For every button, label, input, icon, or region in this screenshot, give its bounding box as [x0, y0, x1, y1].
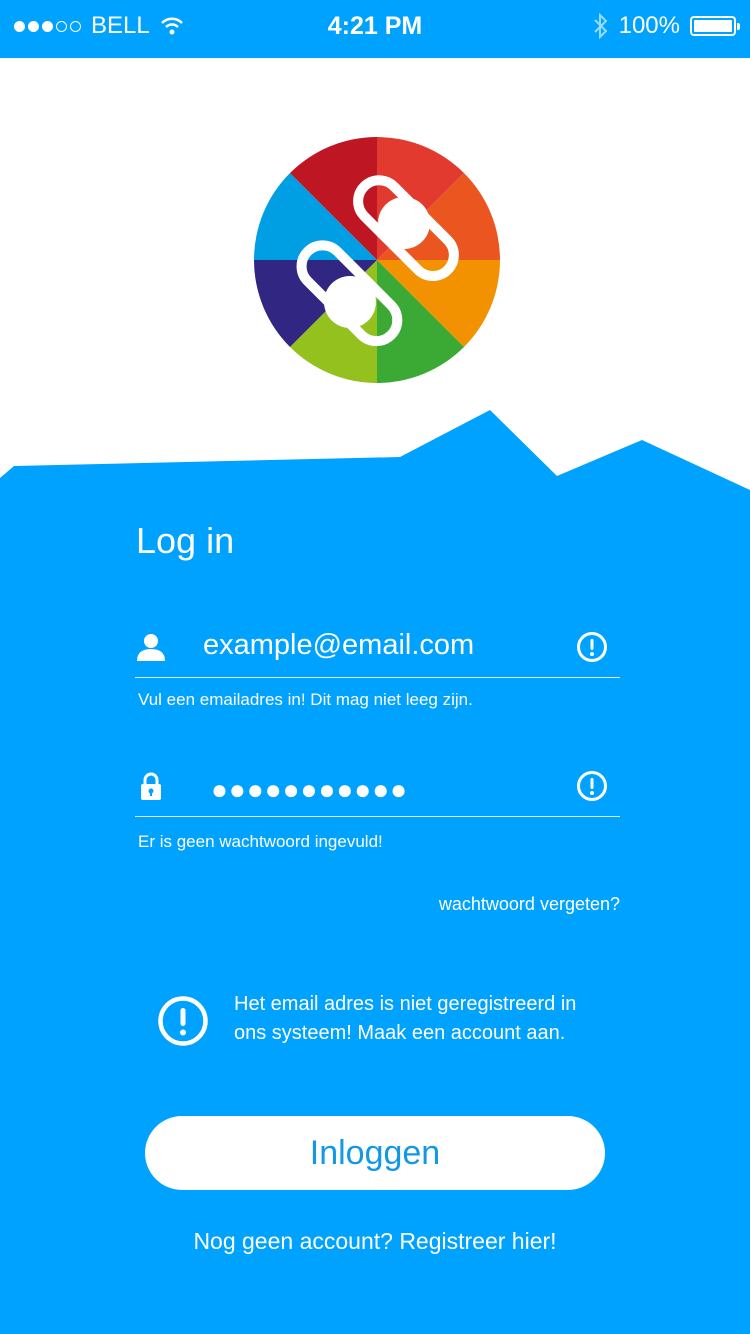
login-button[interactable]: Inloggen: [145, 1116, 605, 1190]
email-validation-message: Vul een emailadres in! Dit mag niet leeg…: [138, 690, 473, 709]
forgot-password-link[interactable]: wachtwoord vergeten?: [439, 894, 620, 915]
password-field[interactable]: ●●●●●●●●●●●: [135, 756, 620, 817]
user-icon: [137, 634, 165, 661]
error-message-text: Het email adres is niet geregistreerd in…: [234, 990, 614, 1048]
alert-circle-icon: [577, 632, 607, 662]
register-link[interactable]: Nog geen account? Registreer hier!: [0, 1228, 750, 1255]
alert-circle-icon: [577, 771, 607, 801]
bluetooth-icon: [593, 13, 608, 39]
alert-circle-icon: [158, 996, 208, 1046]
app-logo: [254, 137, 500, 383]
error-message: Het email adres is niet geregistreerd in…: [157, 990, 617, 1060]
battery-icon: [690, 16, 740, 36]
email-input-value[interactable]: example@email.com: [203, 629, 474, 662]
email-field[interactable]: example@email.com: [135, 617, 620, 678]
battery-percentage: 100%: [618, 12, 680, 39]
logo-color-wheel: [254, 137, 500, 383]
lock-icon: [141, 772, 161, 800]
status-bar: BELL 4:21 PM 100%: [0, 0, 750, 58]
password-validation-message: Er is geen wachtwoord ingevuld!: [138, 832, 383, 851]
password-input-value[interactable]: ●●●●●●●●●●●: [211, 774, 408, 806]
error-message-line-2: ons systeem! Maak een account aan.: [234, 1022, 566, 1044]
error-message-line-1: Het email adres is niet geregistreerd in: [234, 993, 577, 1015]
page-title: Log in: [136, 520, 235, 561]
